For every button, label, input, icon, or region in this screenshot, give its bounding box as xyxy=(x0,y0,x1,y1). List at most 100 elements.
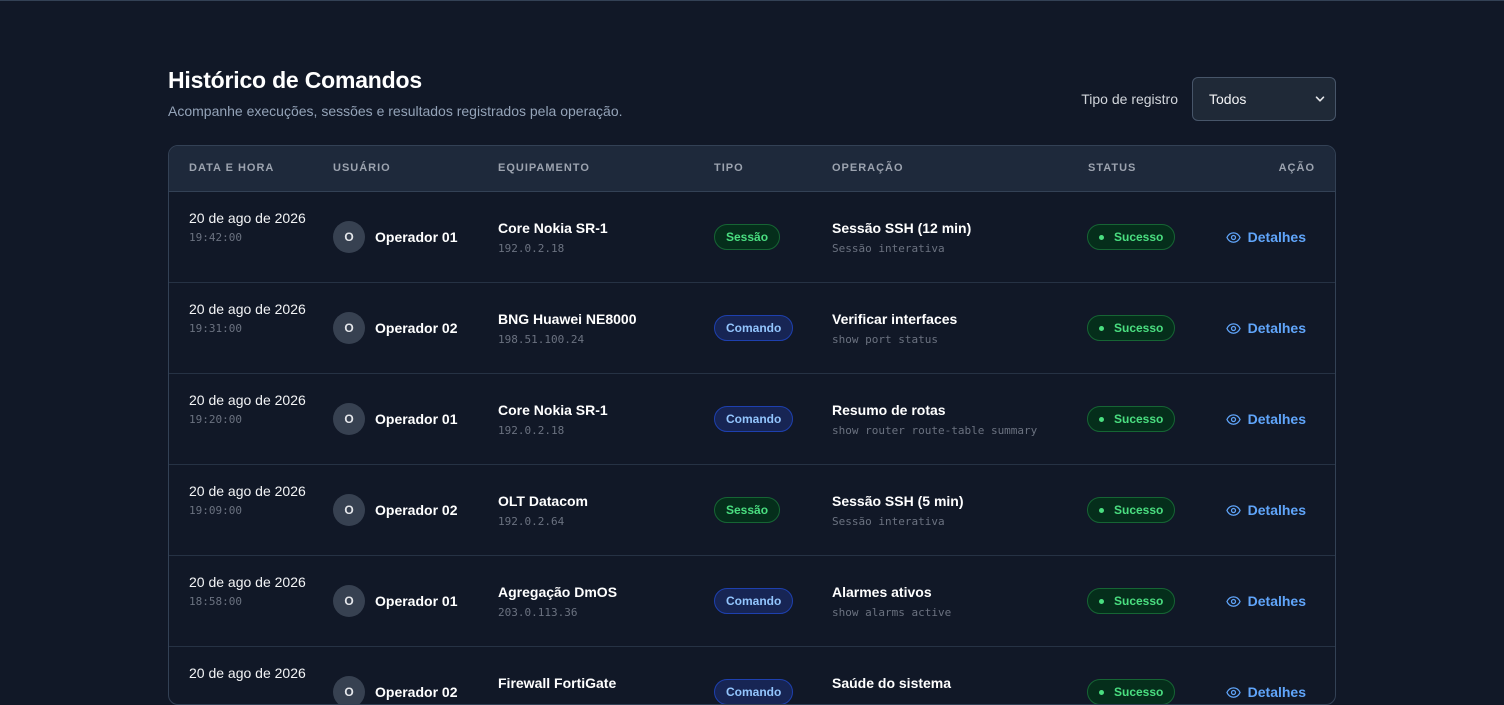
details-link[interactable]: Detalhes xyxy=(1225,411,1306,427)
avatar: O xyxy=(333,312,365,344)
device-cell: Core Nokia SR-1 192.0.2.18 xyxy=(498,220,608,255)
device-ip: 203.0.113.36 xyxy=(498,606,578,619)
date-text: 20 de ago de 2026 xyxy=(189,301,306,317)
eye-icon xyxy=(1225,504,1241,516)
record-type-select[interactable]: Todos xyxy=(1192,77,1336,121)
details-label: Detalhes xyxy=(1247,593,1306,609)
operation-detail: show port status xyxy=(832,333,938,346)
date-text: 20 de ago de 2026 xyxy=(189,392,306,408)
date-cell: 20 de ago de 2026 19:42:00 xyxy=(189,208,309,244)
column-header-action: AÇÃO xyxy=(1278,162,1315,174)
time-text: 19:09:00 xyxy=(189,504,242,517)
user-cell: O Operador 02 xyxy=(333,312,457,344)
status-cell: Sucesso xyxy=(1087,315,1176,341)
date-cell: 20 de ago de 2026 xyxy=(189,663,309,686)
operation-name: Saúde do sistema xyxy=(832,675,952,691)
details-label: Detalhes xyxy=(1247,684,1306,700)
history-table: DATA E HORA USUÁRIO EQUIPAMENTO TIPO OPE… xyxy=(168,145,1336,705)
status-dot-icon xyxy=(1099,325,1104,331)
status-cell: Sucesso xyxy=(1087,406,1176,432)
time-text: 19:20:00 xyxy=(189,413,242,426)
operation-name: Alarmes ativos xyxy=(832,584,932,600)
details-label: Detalhes xyxy=(1247,229,1306,245)
user-cell: O Operador 02 xyxy=(333,494,457,526)
user-name: Operador 01 xyxy=(375,593,458,609)
device-name: BNG Huawei NE8000 xyxy=(498,311,637,327)
details-link[interactable]: Detalhes xyxy=(1225,320,1306,336)
device-name: OLT Datacom xyxy=(498,493,588,509)
table-row: 20 de ago de 2026 19:31:00 O Operador 02… xyxy=(169,283,1335,374)
table-row: 20 de ago de 2026 18:58:00 O Operador 01… xyxy=(169,556,1335,647)
details-link[interactable]: Detalhes xyxy=(1225,229,1306,245)
details-label: Detalhes xyxy=(1247,502,1306,518)
page-title: Histórico de Comandos xyxy=(168,67,422,93)
device-name: Core Nokia SR-1 xyxy=(498,402,608,418)
date-cell: 20 de ago de 2026 19:31:00 xyxy=(189,299,309,335)
table-body: 20 de ago de 2026 19:42:00 O Operador 01… xyxy=(169,192,1335,704)
operation-cell: Resumo de rotas show router route-table … xyxy=(832,402,1037,437)
status-cell: Sucesso xyxy=(1087,224,1176,250)
operation-name: Sessão SSH (12 min) xyxy=(832,220,972,236)
page-header: Histórico de Comandos Acompanhe execuçõe… xyxy=(168,0,1336,145)
device-name: Agregação DmOS xyxy=(498,584,618,600)
eye-icon xyxy=(1225,595,1241,607)
avatar: O xyxy=(333,494,365,526)
operation-cell: Sessão SSH (12 min) Sessão interativa xyxy=(832,220,971,255)
status-dot-icon xyxy=(1099,416,1104,422)
user-name: Operador 01 xyxy=(375,229,458,245)
operation-cell: Saúde do sistema xyxy=(832,675,951,697)
time-text: 19:31:00 xyxy=(189,322,242,335)
column-header-status[interactable]: STATUS xyxy=(1088,162,1136,174)
type-cell: Comando xyxy=(714,588,794,614)
details-link[interactable]: Detalhes xyxy=(1225,684,1306,700)
device-cell: Core Nokia SR-1 192.0.2.18 xyxy=(498,402,608,437)
operation-cell: Alarmes ativos show alarms active xyxy=(832,584,951,619)
avatar: O xyxy=(333,676,365,704)
column-header-user[interactable]: USUÁRIO xyxy=(333,162,391,174)
details-label: Detalhes xyxy=(1247,411,1306,427)
table-header: DATA E HORA USUÁRIO EQUIPAMENTO TIPO OPE… xyxy=(169,146,1335,192)
history-page: Histórico de Comandos Acompanhe execuçõe… xyxy=(168,0,1336,705)
user-name: Operador 02 xyxy=(375,684,458,700)
device-ip: 192.0.2.18 xyxy=(498,242,565,255)
details-label: Detalhes xyxy=(1247,320,1306,336)
status-text: Sucesso xyxy=(1114,594,1164,608)
user-cell: O Operador 01 xyxy=(333,585,457,617)
column-header-date[interactable]: DATA E HORA xyxy=(189,162,274,174)
column-header-device[interactable]: EQUIPAMENTO xyxy=(498,162,590,174)
date-text: 20 de ago de 2026 xyxy=(189,574,306,590)
date-cell: 20 de ago de 2026 18:58:00 xyxy=(189,572,309,608)
type-badge: Comando xyxy=(714,588,794,614)
device-cell: Agregação DmOS 203.0.113.36 xyxy=(498,584,617,619)
avatar: O xyxy=(333,403,365,435)
operation-detail: show alarms active xyxy=(832,606,952,619)
type-badge: Comando xyxy=(714,679,794,704)
type-badge: Comando xyxy=(714,406,794,432)
date-cell: 20 de ago de 2026 19:20:00 xyxy=(189,390,309,426)
type-badge: Sessão xyxy=(714,224,781,250)
status-dot-icon xyxy=(1099,507,1104,513)
date-cell: 20 de ago de 2026 19:09:00 xyxy=(189,481,309,517)
details-link[interactable]: Detalhes xyxy=(1225,502,1306,518)
user-name: Operador 01 xyxy=(375,411,458,427)
status-badge: Sucesso xyxy=(1087,315,1176,341)
operation-detail: show router route-table summary xyxy=(832,424,1038,437)
column-header-operation[interactable]: OPERAÇÃO xyxy=(832,162,904,174)
status-text: Sucesso xyxy=(1114,321,1164,335)
chevron-down-icon xyxy=(1315,96,1325,102)
type-cell: Comando xyxy=(714,315,794,341)
device-cell: OLT Datacom 192.0.2.64 xyxy=(498,493,588,528)
status-dot-icon xyxy=(1099,689,1104,695)
operation-detail: Sessão interativa xyxy=(832,515,945,528)
status-cell: Sucesso xyxy=(1087,679,1176,704)
status-dot-icon xyxy=(1099,234,1104,240)
operation-name: Verificar interfaces xyxy=(832,311,958,327)
user-cell: O Operador 01 xyxy=(333,403,457,435)
column-header-type[interactable]: TIPO xyxy=(714,162,744,174)
date-text: 20 de ago de 2026 xyxy=(189,210,306,226)
details-link[interactable]: Detalhes xyxy=(1225,593,1306,609)
device-ip: 198.51.100.24 xyxy=(498,333,585,346)
user-name: Operador 02 xyxy=(375,320,458,336)
status-text: Sucesso xyxy=(1114,685,1164,699)
page-subtitle: Acompanhe execuções, sessões e resultado… xyxy=(168,103,623,119)
